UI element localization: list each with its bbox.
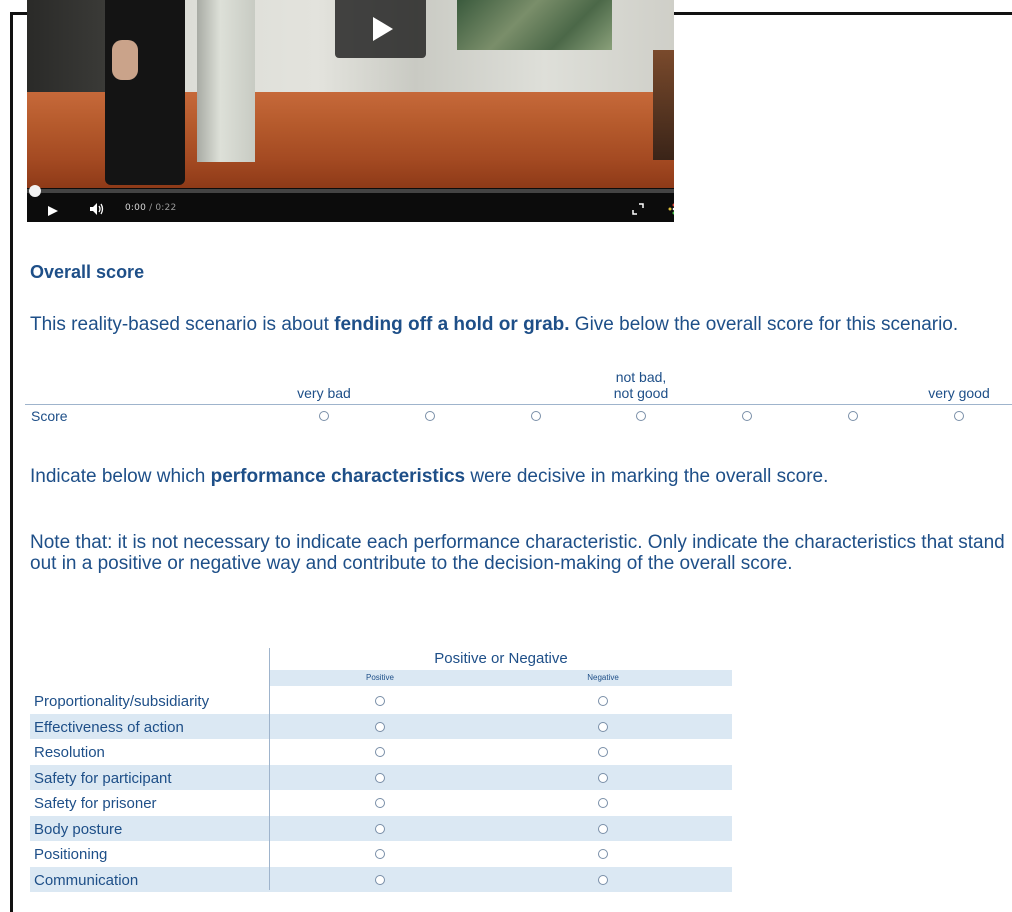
characteristic-label: Safety for prisoner <box>34 795 157 812</box>
score-radio-4[interactable] <box>636 411 646 421</box>
table-divider <box>269 648 270 890</box>
volume-button[interactable] <box>89 202 105 221</box>
score-radio-7[interactable] <box>954 411 964 421</box>
characteristic-label: Resolution <box>34 744 105 761</box>
characteristic-label: Communication <box>34 871 139 889</box>
indicate-text: Indicate below which <box>30 466 211 487</box>
big-play-button[interactable] <box>335 0 426 58</box>
fullscreen-icon <box>632 203 644 215</box>
video-person <box>105 0 185 185</box>
table-row: Positioning <box>30 841 732 867</box>
progress-bar[interactable] <box>27 185 674 197</box>
indicate-text-end: were decisive in marking the overall sco… <box>465 466 829 487</box>
positive-radio[interactable] <box>375 823 385 834</box>
score-radio-1[interactable] <box>319 411 329 421</box>
negative-radio[interactable] <box>598 798 608 808</box>
negative-radio[interactable] <box>598 696 608 706</box>
negative-radio[interactable] <box>598 747 608 757</box>
video-person-arm <box>112 40 138 80</box>
score-scale: very bad not bad, not good very good Scor… <box>25 367 1012 427</box>
intro-text: This reality-based scenario is about <box>30 314 335 335</box>
score-radio-5[interactable] <box>742 411 752 421</box>
label-middle-line1: not bad, <box>615 369 667 385</box>
negative-radio[interactable] <box>598 874 608 885</box>
label-very-bad: very bad <box>297 385 351 401</box>
positive-radio[interactable] <box>375 772 385 783</box>
video-controls: 0:00 / 0:22 <box>27 185 674 222</box>
characteristics-rows: Proportionality/subsidiarity Effectivenes… <box>30 688 732 892</box>
characteristic-label: Proportionality/subsidiarity <box>34 693 210 710</box>
positive-radio[interactable] <box>375 874 385 885</box>
scale-header: very bad not bad, not good very good <box>25 367 1012 405</box>
player-logo-icon[interactable] <box>667 202 674 221</box>
note-paragraph: Note that: it is not necessary to indica… <box>30 532 1005 574</box>
table-row: Proportionality/subsidiarity <box>30 688 732 714</box>
negative-radio[interactable] <box>598 823 608 834</box>
characteristic-label: Safety for participant <box>34 769 172 787</box>
video-player[interactable]: 0:00 / 0:22 <box>27 0 674 222</box>
score-radio-6[interactable] <box>848 411 858 421</box>
fullscreen-button[interactable] <box>631 202 645 221</box>
column-headers: Positive Negative <box>270 670 732 686</box>
play-button[interactable] <box>47 204 59 222</box>
indicate-paragraph: Indicate below which performance charact… <box>30 466 970 487</box>
positive-radio[interactable] <box>375 798 385 808</box>
asterisk-logo-icon <box>668 203 674 215</box>
group-header: Positive or Negative <box>434 650 568 667</box>
characteristic-label: Body posture <box>34 820 123 838</box>
table-row: Communication <box>30 866 732 892</box>
score-radio-3[interactable] <box>531 411 541 421</box>
positive-radio[interactable] <box>375 849 385 859</box>
indicate-bold: performance characteristics <box>210 466 466 487</box>
intro-text-end: Give below the overall score for this sc… <box>569 314 959 335</box>
score-radio-2[interactable] <box>425 411 435 421</box>
table-row: Safety for participant <box>30 764 732 790</box>
intro-bold: fending off a hold or grab. <box>334 314 570 335</box>
video-pillar <box>197 0 255 162</box>
positive-radio[interactable] <box>375 747 385 757</box>
current-time: 0:00 <box>125 203 147 213</box>
table-row: Body posture <box>30 815 732 841</box>
overall-score-heading: Overall score <box>30 262 145 282</box>
column-negative: Negative <box>587 673 619 682</box>
table-row: Resolution <box>30 739 732 765</box>
progress-scrubber[interactable] <box>29 185 41 197</box>
negative-radio[interactable] <box>598 721 608 732</box>
video-plant-picture <box>457 0 612 50</box>
positive-radio[interactable] <box>375 721 385 732</box>
play-icon <box>372 17 393 41</box>
characteristic-label: Effectiveness of action <box>34 718 184 736</box>
play-icon <box>48 206 58 216</box>
negative-radio[interactable] <box>598 849 608 859</box>
score-row-label: Score <box>31 408 68 424</box>
label-very-good: very good <box>928 385 990 401</box>
positive-radio[interactable] <box>375 696 385 706</box>
column-positive: Positive <box>365 673 395 682</box>
label-middle-line2: not good <box>613 385 669 401</box>
volume-icon <box>90 203 104 215</box>
time-display: 0:00 / 0:22 <box>125 203 176 213</box>
video-bench <box>653 50 674 160</box>
label-middle: not bad, not good <box>614 369 669 401</box>
duration: / 0:22 <box>149 203 177 213</box>
negative-radio[interactable] <box>598 772 608 783</box>
characteristic-label: Positioning <box>34 846 108 863</box>
table-row: Safety for prisoner <box>30 790 732 816</box>
table-row: Effectiveness of action <box>30 713 732 739</box>
intro-paragraph: This reality-based scenario is about fen… <box>30 314 990 335</box>
score-row: Score <box>25 405 1012 427</box>
